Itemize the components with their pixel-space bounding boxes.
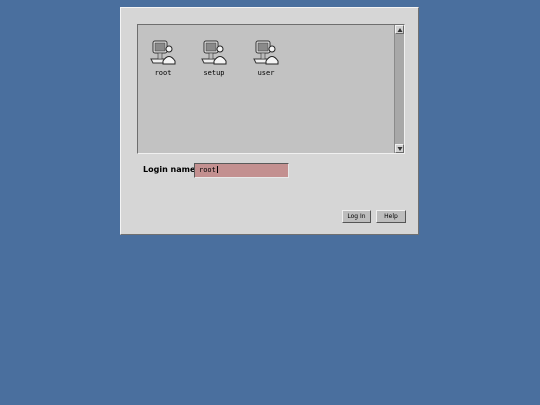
user-workstation-icon <box>139 39 187 67</box>
user-item-setup[interactable]: setup <box>190 39 238 78</box>
scroll-up-button[interactable] <box>395 25 404 34</box>
user-name-label: setup <box>203 69 225 77</box>
scroll-down-button[interactable] <box>395 144 404 153</box>
user-item-user[interactable]: user <box>242 39 290 78</box>
user-workstation-icon <box>190 39 238 67</box>
help-button[interactable]: Help <box>376 210 406 223</box>
user-workstation-icon <box>242 39 290 67</box>
login-name-value: root <box>199 166 216 174</box>
user-list-content: root setup user <box>138 25 394 153</box>
login-name-label: Login name: <box>143 165 199 174</box>
login-name-input[interactable]: root <box>194 163 289 178</box>
arrow-down-icon <box>397 147 403 151</box>
vertical-scrollbar[interactable] <box>394 25 404 153</box>
user-name-label: user <box>257 69 275 77</box>
login-dialog: root setup user Login name: root Log In … <box>120 7 419 235</box>
user-item-root[interactable]: root <box>139 39 187 78</box>
log-in-button[interactable]: Log In <box>342 210 371 223</box>
user-list[interactable]: root setup user <box>137 24 405 154</box>
text-cursor <box>216 166 218 173</box>
arrow-up-icon <box>397 28 403 32</box>
user-name-label: root <box>154 69 172 77</box>
desktop-background: root setup user Login name: root Log In … <box>0 0 540 405</box>
